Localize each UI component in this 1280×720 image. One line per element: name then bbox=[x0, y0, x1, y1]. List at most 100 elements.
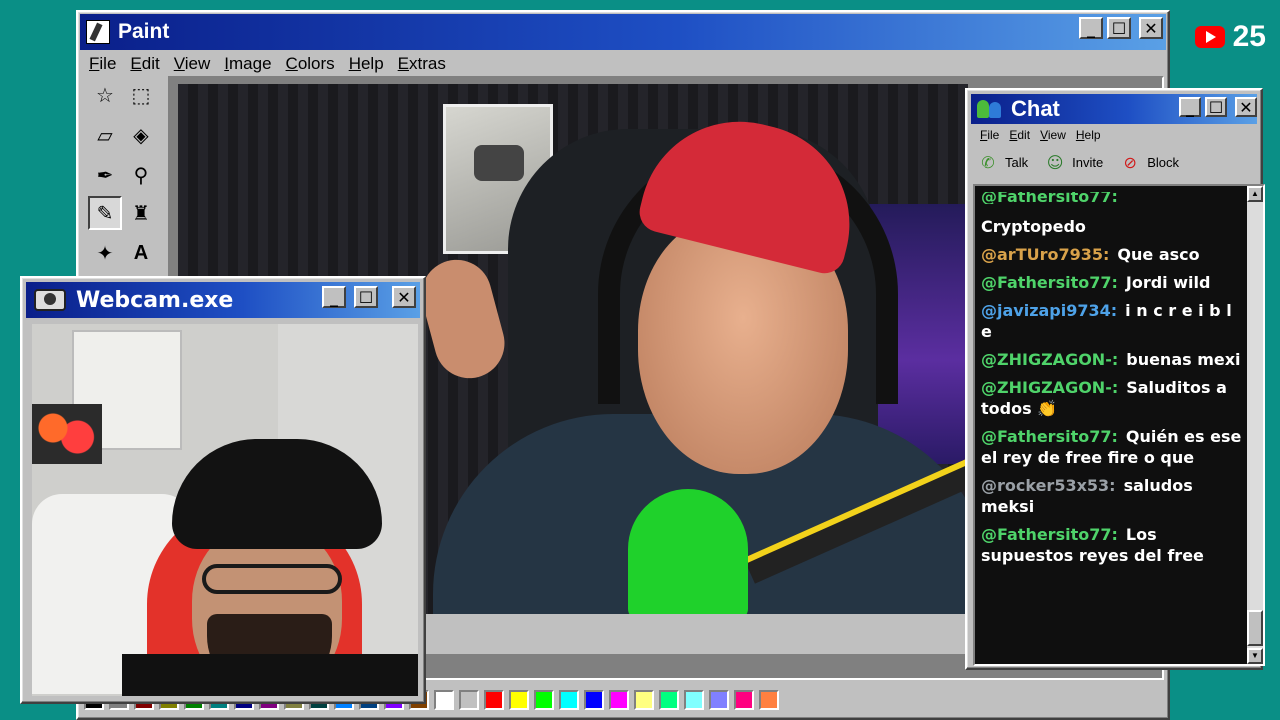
webcam-window: Webcam.exe _ ☐ ✕ bbox=[20, 276, 426, 704]
chat-partial-message: @Fathersito77: bbox=[981, 192, 1118, 204]
maximize-icon: ☐ bbox=[1111, 18, 1127, 38]
chat-menu-edit[interactable]: Edit bbox=[1004, 128, 1035, 142]
scroll-down-icon[interactable]: ▼ bbox=[1247, 648, 1263, 664]
palette-swatch[interactable] bbox=[459, 690, 479, 710]
chat-menu-view[interactable]: View bbox=[1035, 128, 1071, 142]
plaque-play-icon bbox=[474, 145, 524, 181]
chat-text: Jordi wild bbox=[1125, 273, 1211, 292]
free-select-tool-icon[interactable]: ☆ bbox=[88, 78, 122, 112]
chat-username[interactable]: @arTUro7935: bbox=[981, 245, 1109, 264]
webcam-close-button[interactable]: ✕ bbox=[392, 286, 416, 308]
menu-extras[interactable]: Extras bbox=[391, 54, 453, 74]
chat-maximize-button[interactable]: ☐ bbox=[1205, 97, 1227, 117]
toolbox: ☆ ⬚ ▱ ◈ ✒ ⚲ ✎ ♜ ✦ A bbox=[84, 76, 164, 296]
minimize-icon: _ bbox=[1087, 18, 1095, 38]
subscriber-counter: 25 bbox=[1194, 20, 1266, 54]
block-icon: ⊘ bbox=[1123, 152, 1137, 172]
chat-message: @Fathersito77: Los supuestos reyes del fr… bbox=[981, 524, 1243, 566]
chat-text: Que asco bbox=[1117, 245, 1200, 264]
chat-messages: Cryptopedo @arTUro7935: Que asco @Fathersit… bbox=[981, 216, 1243, 573]
paint-menubar: File Edit View Image Colors Help Extras bbox=[82, 50, 453, 78]
webcam-maximize-button[interactable]: ☐ bbox=[354, 286, 378, 308]
invite-label: Invite bbox=[1072, 154, 1104, 170]
color-picker-tool-icon[interactable]: ✒ bbox=[88, 158, 122, 192]
webcam-person-shirt bbox=[122, 654, 418, 696]
palette-swatch[interactable] bbox=[609, 690, 629, 710]
chat-username[interactable]: @Fathersito77: bbox=[981, 525, 1118, 544]
palette-swatch[interactable] bbox=[659, 690, 679, 710]
chat-username[interactable]: @Fathersito77: bbox=[981, 427, 1118, 446]
menu-view[interactable]: View bbox=[167, 54, 218, 74]
talk-button[interactable]: ✆ Talk bbox=[977, 151, 1028, 173]
maximize-button[interactable]: ☐ bbox=[1107, 17, 1131, 39]
chat-menubar: File Edit View Help bbox=[975, 124, 1106, 146]
talk-icon: ✆ bbox=[981, 152, 995, 172]
menu-image[interactable]: Image bbox=[217, 54, 278, 74]
chat-title: Chat bbox=[1011, 96, 1060, 121]
block-label: Block bbox=[1147, 154, 1179, 170]
chat-username[interactable]: @javizapi9734: bbox=[981, 301, 1117, 320]
chat-message: @ZHIGZAGON-: Saluditos a todos 👏 bbox=[981, 377, 1243, 419]
chat-close-button[interactable]: ✕ bbox=[1235, 97, 1257, 117]
talk-label: Talk bbox=[1005, 154, 1029, 170]
menu-edit[interactable]: Edit bbox=[123, 54, 166, 74]
messenger-people-icon bbox=[977, 98, 1003, 120]
palette-swatch[interactable] bbox=[509, 690, 529, 710]
canvas-margin bbox=[420, 614, 968, 654]
menu-help[interactable]: Help bbox=[342, 54, 391, 74]
chat-action-bar: ✆ Talk ☺ Invite ⊘ Block bbox=[977, 148, 1195, 176]
palette-swatch[interactable] bbox=[684, 690, 704, 710]
youtube-icon bbox=[1194, 26, 1225, 48]
chat-log[interactable]: @Fathersito77: Cryptopedo @arTUro7935: Que… bbox=[973, 184, 1265, 666]
chat-username[interactable]: @rocker53x53: bbox=[981, 476, 1116, 495]
magnifier-tool-icon[interactable]: ⚲ bbox=[124, 158, 158, 192]
text-tool-icon[interactable]: A bbox=[124, 236, 158, 270]
airbrush-tool-icon[interactable]: ✦ bbox=[88, 236, 122, 270]
scroll-up-icon[interactable]: ▲ bbox=[1247, 186, 1263, 202]
palette-swatch[interactable] bbox=[584, 690, 604, 710]
close-button[interactable]: ✕ bbox=[1139, 17, 1163, 39]
chat-message: @Fathersito77: Quién es ese el rey de fre… bbox=[981, 426, 1243, 468]
palette-swatch[interactable] bbox=[434, 690, 454, 710]
invite-button[interactable]: ☺ Invite bbox=[1044, 151, 1103, 173]
webcam-person-glasses bbox=[202, 564, 342, 594]
subscriber-count: 25 bbox=[1232, 20, 1266, 53]
menu-file[interactable]: File bbox=[82, 54, 123, 74]
palette-swatch[interactable] bbox=[734, 690, 754, 710]
block-button[interactable]: ⊘ Block bbox=[1119, 151, 1180, 173]
webcam-minimize-button[interactable]: _ bbox=[322, 286, 346, 308]
paint-title: Paint bbox=[118, 20, 170, 43]
chat-window: Chat _ ☐ ✕ File Edit View Help ✆ Talk ☺ … bbox=[965, 88, 1265, 670]
palette-swatch[interactable] bbox=[759, 690, 779, 710]
chat-username[interactable]: @ZHIGZAGON-: bbox=[981, 378, 1118, 397]
palette-swatch[interactable] bbox=[484, 690, 504, 710]
maximize-icon: ☐ bbox=[1208, 97, 1224, 117]
chat-menu-file[interactable]: File bbox=[975, 128, 1004, 142]
chat-minimize-button[interactable]: _ bbox=[1179, 97, 1201, 117]
pencil-tool-icon[interactable]: ✎ bbox=[88, 196, 122, 230]
scroll-thumb[interactable] bbox=[1247, 610, 1263, 646]
chat-message: @rocker53x53: saludos meksi bbox=[981, 475, 1243, 517]
close-icon: ✕ bbox=[397, 287, 411, 307]
paint-titlebar[interactable]: Paint bbox=[80, 14, 1166, 50]
chat-message: @Fathersito77: Jordi wild bbox=[981, 272, 1243, 293]
eraser-tool-icon[interactable]: ▱ bbox=[88, 118, 122, 152]
rect-select-tool-icon[interactable]: ⬚ bbox=[124, 78, 158, 112]
menu-colors[interactable]: Colors bbox=[279, 54, 342, 74]
fill-tool-icon[interactable]: ◈ bbox=[124, 118, 158, 152]
chat-message: @arTUro7935: Que asco bbox=[981, 244, 1243, 265]
palette-swatch[interactable] bbox=[559, 690, 579, 710]
chat-username[interactable]: @Fathersito77: bbox=[981, 273, 1118, 292]
chat-menu-help[interactable]: Help bbox=[1071, 128, 1106, 142]
minimize-icon: _ bbox=[330, 287, 338, 307]
close-icon: ✕ bbox=[1239, 97, 1253, 117]
palette-swatch[interactable] bbox=[709, 690, 729, 710]
palette-swatch[interactable] bbox=[534, 690, 554, 710]
minimize-button[interactable]: _ bbox=[1079, 17, 1103, 39]
chat-message: @ZHIGZAGON-: buenas mexi bbox=[981, 349, 1243, 370]
webcam-title: Webcam.exe bbox=[76, 287, 234, 313]
brush-tool-icon[interactable]: ♜ bbox=[124, 196, 158, 230]
chat-username[interactable]: @ZHIGZAGON-: bbox=[981, 350, 1118, 369]
palette-swatch[interactable] bbox=[634, 690, 654, 710]
chat-scrollbar[interactable]: ▲ ▼ bbox=[1247, 186, 1263, 664]
